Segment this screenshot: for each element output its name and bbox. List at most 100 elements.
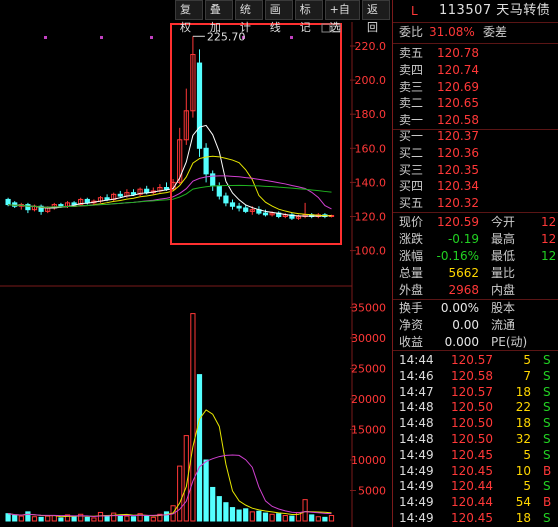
tick-side: S [543,368,551,383]
toolbar-button-add-watchlist[interactable]: +自选 [324,0,361,34]
tick-volume: 18 [515,384,531,399]
volume-axis-label: 35000 [351,302,386,315]
tick-price: 120.44 [451,495,493,510]
volume-axis-label: 5000 [358,485,386,498]
stat-row-volume: 总量 5662 量比 [393,265,558,282]
stat-row-current: 现价 120.59 今开 12 [393,214,558,231]
tick-row: 14:44 120.57 5 S [393,352,558,368]
tick-row: 14:49 120.45 10 B [393,463,558,479]
bid-row-label: 买二 [399,145,424,160]
tick-row: 14:49 120.45 18 S [393,510,558,526]
weibi-label: 委比 [399,25,424,39]
kline-chart-area[interactable]: 220.0 200.0 180.0 160.0 140.0 120.0 100.0 35000… [0,0,392,527]
volume-axis-label: 15000 [351,424,386,437]
volume-bar [150,516,156,522]
stat-row-pct: 涨幅 -0.16% 最低 12 [393,248,558,265]
tick-time: 14:48 [399,400,434,415]
change-label: 涨跌 [399,232,424,246]
price-axis-label: 200.0 [355,74,387,87]
volume-bar [177,465,183,522]
tick-row: 14:47 120.57 18 S [393,384,558,400]
security-code: 113507 天马转债 [439,0,550,22]
ask-row: 卖五 120.78 [393,45,558,62]
tick-time: 14:47 [399,384,434,399]
tick-volume: 18 [515,416,531,431]
toolbar-button-fuquan[interactable]: 复权 [175,0,203,34]
candle-body [196,62,203,149]
tick-volume: 22 [515,400,531,415]
volume-bar [203,459,209,522]
ask-row-price: 120.74 [437,62,479,77]
candle-body [229,202,236,207]
volume-bar [223,502,229,522]
volume-bar [71,516,77,522]
volume-bar [130,516,137,522]
toolbar-button-back[interactable]: 返回 [362,0,390,34]
outer-value: 2968 [448,283,479,297]
tick-side: S [543,511,551,525]
marker-dot [290,36,293,39]
ask-row-price: 120.69 [437,79,479,94]
outer-label: 外盘 [399,283,424,297]
weibi-row: 委比 31.08% 委差 [393,24,558,41]
volume-bar [243,508,249,522]
ask-row-price: 120.58 [437,113,479,128]
tick-price: 120.57 [451,353,493,367]
inner-label: 内盘 [491,283,516,297]
candle-body [243,207,249,212]
bid-row-label: 买一 [399,129,424,143]
low-value: 12 [541,249,557,263]
volume-bar [31,516,38,522]
candle-body [25,204,31,211]
tick-side: B [543,463,552,478]
volume-bar [5,513,11,522]
candle-body [163,187,170,190]
ask-row: 卖一 120.58 [393,112,558,129]
volume-bar [282,515,288,522]
ask-row-label: 卖一 [399,113,424,128]
toolbar-button-stats[interactable]: 统计 [234,0,263,34]
high-value: 12 [541,232,557,246]
price-axis-label: 180.0 [355,108,387,121]
tick-volume: 18 [515,511,531,525]
volume-bar [18,515,24,522]
toolbar-button-draw-line[interactable]: 画线 [264,0,293,34]
tick-side: S [543,416,551,431]
volume-bar [190,313,196,522]
candle-body [117,193,123,197]
ask-row-price: 120.78 [437,46,479,60]
tick-time: 14:49 [399,447,434,462]
bid-row-label: 买五 [399,196,424,211]
toolbar-button-mark[interactable]: 标记 [294,0,323,34]
tick-side: S [543,353,551,367]
candle-body [223,195,229,204]
open-value: 12 [541,215,557,229]
toolbar-button-overlay[interactable]: 叠加 [204,0,233,34]
highlight-box [170,23,342,245]
candle-body [236,205,242,209]
candle-body [84,198,90,204]
turnover-label: 换手 [399,301,424,315]
volume-axis-label: 10000 [351,454,386,467]
price-axis-label: 120.0 [355,211,387,224]
tick-row: 14:49 120.45 5 S [393,447,558,463]
volume-ratio-label: 量比 [491,266,516,280]
volume-bar [144,515,150,522]
kline-chart[interactable]: 220.0 200.0 180.0 160.0 140.0 120.0 100.0 35000… [0,0,392,527]
volume-bar [328,515,335,522]
tick-volume: 5 [523,447,531,462]
candle-body [203,147,209,175]
volume-label: 总量 [399,266,424,280]
price-axis-label: 140.0 [355,176,387,189]
earning-value: 0.000 [444,335,479,349]
volume-value: 5662 [448,266,479,280]
tick-volume: 10 [515,463,531,478]
pct-label: 涨幅 [399,249,424,263]
candle-body [104,197,110,200]
extra-row-turnover: 换手 0.00% 股本 [393,300,558,317]
volume-bar [111,512,117,522]
tick-row: 14:48 120.50 18 S [393,415,558,431]
tick-price: 120.50 [451,416,493,431]
marker-dot [150,36,153,39]
tick-time: 14:49 [399,463,434,478]
